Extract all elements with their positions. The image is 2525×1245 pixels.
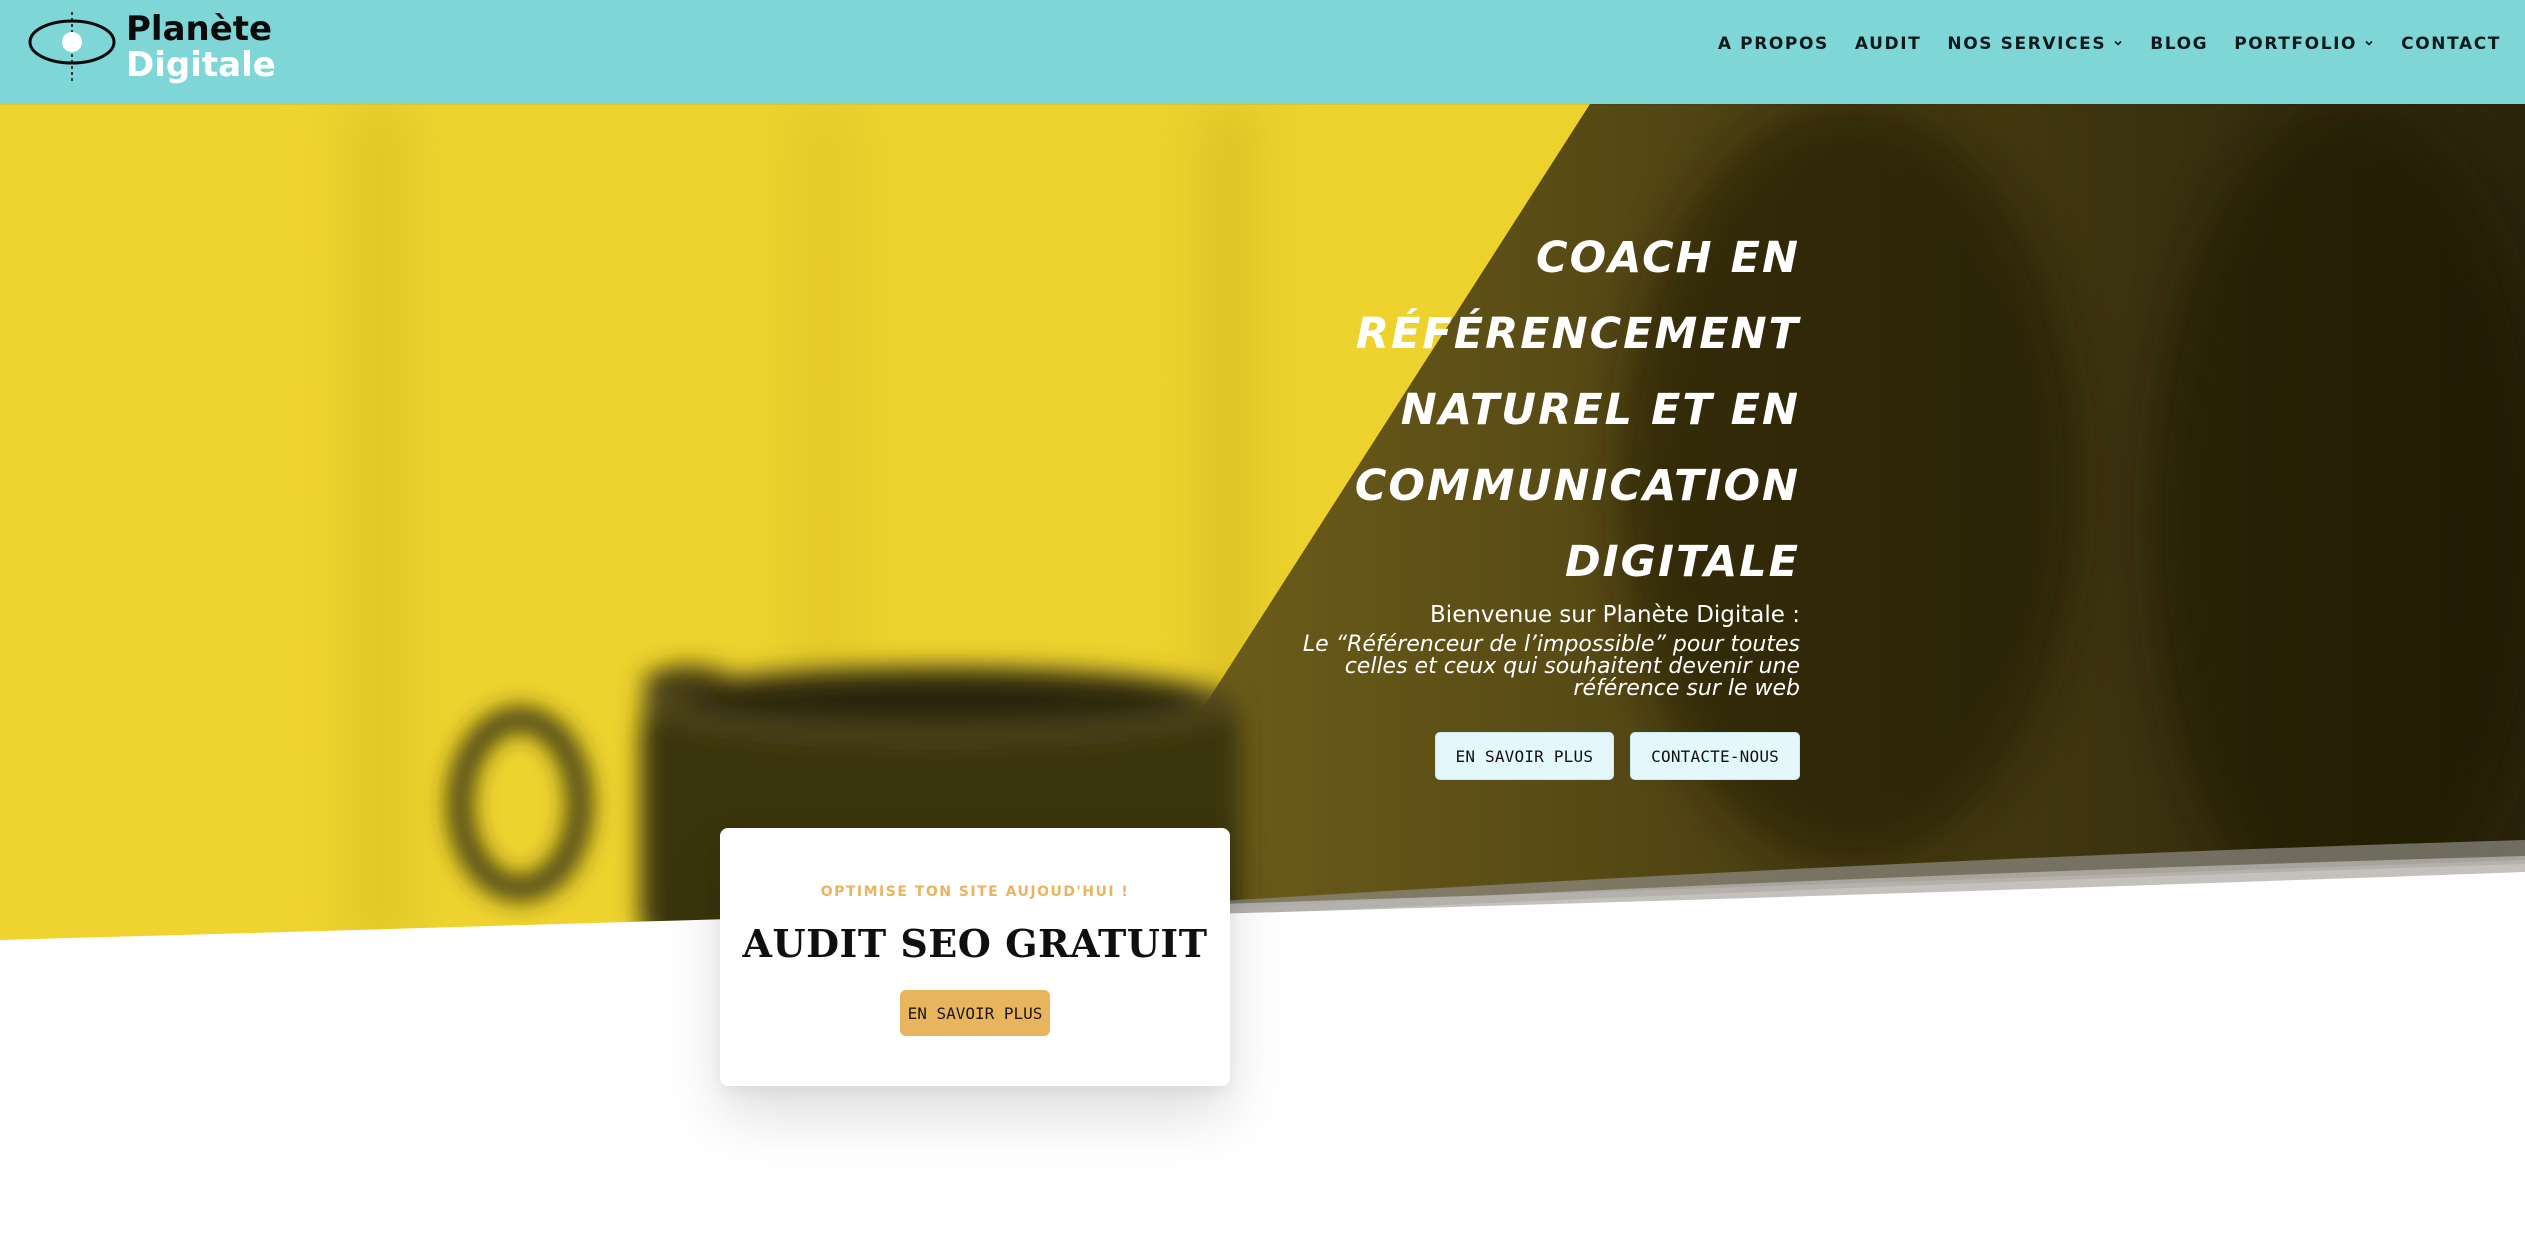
hero-title-line: COMMUNICATION	[1354, 461, 1800, 511]
nav-item-label: A PROPOS	[1717, 34, 1829, 54]
hero-tagline: Le “Référenceur de l’impossible” pour to…	[1302, 632, 1800, 701]
hero-title-line: COACH EN	[1536, 233, 1800, 283]
nav-item-label: BLOG	[2150, 34, 2209, 54]
main-nav: A PROPOS AUDIT NOS SERVICES BLOG PORTFOL…	[1692, 34, 2501, 54]
card-eyebrow: OPTIMISE TON SITE AUJOUD'HUI !	[820, 884, 1130, 900]
nav-item-a-propos[interactable]: A PROPOS	[1718, 34, 1829, 54]
site-header: Planète Digitale A PROPOS AUDIT NOS SERV…	[0, 0, 2525, 104]
nav-item-portfolio[interactable]: PORTFOLIO	[2234, 34, 2375, 54]
eye-orbit-logo-icon	[28, 12, 116, 82]
nav-item-label: AUDIT	[1854, 34, 1922, 54]
nav-item-nos-services[interactable]: NOS SERVICES	[1947, 34, 2124, 54]
nav-item-contact[interactable]: CONTACT	[2401, 34, 2501, 54]
hero-section: COACH EN RÉFÉRENCEMENT NATUREL ET EN COM…	[0, 104, 2525, 949]
hero-title-line: DIGITALE	[1564, 537, 1800, 587]
site-logo[interactable]: Planète Digitale	[28, 10, 276, 92]
nav-item-audit[interactable]: AUDIT	[1855, 34, 1921, 54]
hero-buttons: EN SAVOIR PLUS CONTACTE-NOUS	[1434, 732, 1800, 780]
contact-button[interactable]: CONTACTE-NOUS	[1630, 732, 1800, 780]
logo-text-line2: Digitale	[126, 45, 276, 85]
card-title: AUDIT SEO GRATUIT	[742, 921, 1208, 966]
nav-item-label: PORTFOLIO	[2234, 34, 2358, 54]
audit-seo-card: OPTIMISE TON SITE AUJOUD'HUI ! AUDIT SEO…	[720, 828, 1230, 1086]
nav-item-blog[interactable]: BLOG	[2150, 34, 2208, 54]
hero-welcome-text: Bienvenue sur Planète Digitale :	[1430, 602, 1800, 628]
learn-more-button[interactable]: EN SAVOIR PLUS	[1434, 732, 1615, 780]
hero-title-line: NATUREL ET EN	[1400, 385, 1800, 435]
nav-item-label: CONTACT	[2401, 34, 2501, 54]
hero-title-line: RÉFÉRENCEMENT	[1355, 309, 1800, 359]
chevron-down-icon	[2365, 40, 2373, 46]
chevron-down-icon	[2114, 40, 2122, 46]
logo-text-line1: Planète	[126, 9, 273, 49]
hero-title: COACH EN RÉFÉRENCEMENT NATUREL ET EN COM…	[1200, 220, 1800, 600]
audit-learn-more-button[interactable]: EN SAVOIR PLUS	[900, 990, 1050, 1036]
nav-item-label: NOS SERVICES	[1947, 34, 2107, 54]
